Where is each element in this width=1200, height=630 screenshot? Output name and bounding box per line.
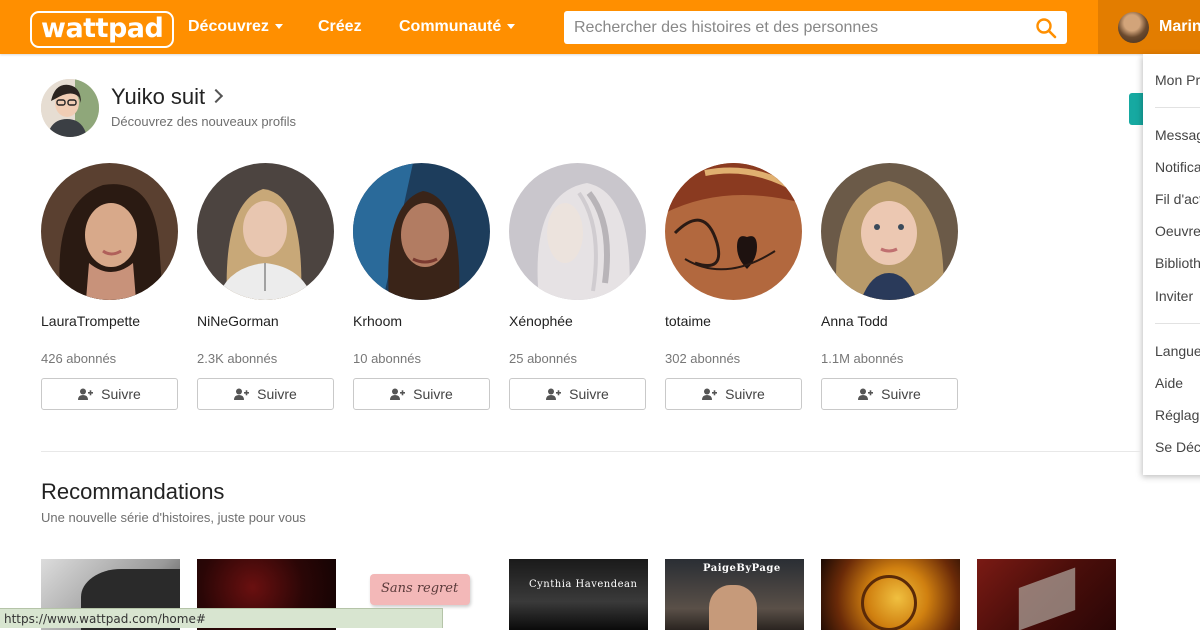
follower-count: 426 abonnés: [41, 351, 117, 366]
user-name: Marine: [1159, 18, 1200, 35]
user-photo: [41, 79, 99, 137]
story-cover[interactable]: PaigeByPage: [665, 559, 804, 630]
user-dropdown-menu: Mon Profil Messages Notifications Fil d'…: [1143, 54, 1200, 475]
menu-item-notifications[interactable]: Notifications: [1155, 159, 1200, 175]
nav-create[interactable]: Créez: [318, 18, 362, 36]
menu-item-library[interactable]: Bibliothèque: [1155, 255, 1200, 271]
profile-name[interactable]: Anna Todd: [821, 313, 888, 329]
menu-item-profile[interactable]: Mon Profil: [1155, 72, 1200, 88]
profile-name[interactable]: Krhoom: [353, 313, 402, 329]
add-user-icon: [390, 388, 406, 400]
follower-count: 10 abonnés: [353, 351, 421, 366]
search-input[interactable]: [564, 11, 1024, 44]
menu-item-settings[interactable]: Réglages: [1155, 407, 1200, 423]
nav-create-label: Créez: [318, 18, 362, 35]
follow-label: Suivre: [413, 386, 453, 402]
follow-label: Suivre: [881, 386, 921, 402]
clock-icon: [861, 575, 917, 630]
follow-label: Suivre: [257, 386, 297, 402]
search-icon[interactable]: [1035, 17, 1057, 39]
profile-card: Krhoom 10 abonnés Suivre: [353, 163, 490, 410]
section-divider: [41, 451, 1141, 452]
follow-button[interactable]: Suivre: [353, 378, 490, 410]
menu-item-language[interactable]: Langue: [1155, 343, 1200, 359]
follower-count: 25 abonnés: [509, 351, 577, 366]
search-box: [564, 11, 1067, 44]
chevron-down-icon: [507, 24, 516, 30]
follow-button[interactable]: Suivre: [509, 378, 646, 410]
menu-divider: [1155, 107, 1200, 108]
profile-card: Anna Todd 1.1M abonnés Suivre: [821, 163, 958, 410]
menu-item-help[interactable]: Aide: [1155, 375, 1183, 391]
nav-community[interactable]: Communauté: [399, 18, 516, 36]
follower-count: 302 abonnés: [665, 351, 741, 366]
add-user-icon: [78, 388, 94, 400]
following-title-text: Yuiko suit: [111, 84, 206, 109]
follow-label: Suivre: [569, 386, 609, 402]
follow-label: Suivre: [725, 386, 765, 402]
menu-divider: [1155, 323, 1200, 324]
cover-title: Sans regret: [381, 581, 459, 596]
avatar: [1118, 12, 1149, 43]
chevron-right-icon: [209, 89, 224, 104]
following-section-subtitle: Découvrez des nouveaux profils: [111, 114, 296, 129]
user-menu-button[interactable]: Marine: [1098, 0, 1200, 54]
avatar[interactable]: [197, 163, 334, 300]
browser-status-bar: https://www.wattpad.com/home#: [0, 608, 443, 628]
follow-button[interactable]: Suivre: [821, 378, 958, 410]
profile-card: LauraTrompette 426 abonnés Suivre: [41, 163, 178, 410]
chevron-down-icon: [274, 24, 283, 30]
profile-name[interactable]: totaime: [665, 313, 711, 329]
follower-count: 2.3K abonnés: [197, 351, 278, 366]
avatar[interactable]: [821, 163, 958, 300]
profile-name[interactable]: NiNeGorman: [197, 313, 279, 329]
avatar[interactable]: [509, 163, 646, 300]
follower-count: 1.1M abonnés: [821, 351, 904, 366]
follow-button[interactable]: Suivre: [197, 378, 334, 410]
nav-discover-label: Découvrez: [188, 18, 269, 35]
menu-item-logout[interactable]: Se Déconnecter: [1155, 439, 1200, 455]
profile-card: NiNeGorman 2.3K abonnés Suivre: [197, 163, 334, 410]
avatar[interactable]: [665, 163, 802, 300]
story-cover[interactable]: [977, 559, 1116, 630]
follow-label: Suivre: [101, 386, 141, 402]
cover-author: Cynthia Havendean: [529, 579, 638, 590]
add-user-icon: [234, 388, 250, 400]
profile-card: Xénophée 25 abonnés Suivre: [509, 163, 646, 410]
menu-item-invite[interactable]: Inviter: [1155, 288, 1193, 304]
profile-name[interactable]: Xénophée: [509, 313, 573, 329]
avatar[interactable]: [41, 163, 178, 300]
follow-button[interactable]: Suivre: [41, 378, 178, 410]
cover-art: [709, 585, 757, 630]
profile-name[interactable]: LauraTrompette: [41, 313, 140, 329]
add-user-icon: [702, 388, 718, 400]
avatar[interactable]: [353, 163, 490, 300]
recommendations-title: Recommandations: [41, 479, 225, 504]
story-cover[interactable]: [821, 559, 960, 630]
follow-button[interactable]: Suivre: [665, 378, 802, 410]
add-user-icon: [858, 388, 874, 400]
top-navigation-bar: wattpad Découvrez Créez Communauté Marin…: [0, 0, 1200, 54]
teal-action-button[interactable]: [1129, 93, 1143, 125]
cover-publisher: PaigeByPage: [703, 563, 781, 574]
menu-item-news-feed[interactable]: Fil d'actualité: [1155, 191, 1200, 207]
nav-community-label: Communauté: [399, 18, 502, 35]
following-section-title[interactable]: Yuiko suit: [111, 84, 224, 110]
wattpad-logo[interactable]: wattpad: [30, 11, 175, 48]
nav-discover[interactable]: Découvrez: [188, 18, 283, 36]
cover-art: [1018, 567, 1076, 630]
recommendations-subtitle: Une nouvelle série d'histoires, juste po…: [41, 510, 306, 525]
profile-card: totaime 302 abonnés Suivre: [665, 163, 802, 410]
avatar[interactable]: [41, 79, 99, 137]
menu-item-works[interactable]: Oeuvres: [1155, 223, 1200, 239]
add-user-icon: [546, 388, 562, 400]
story-cover[interactable]: Cynthia Havendean: [509, 559, 648, 630]
menu-item-messages[interactable]: Messages: [1155, 127, 1200, 143]
